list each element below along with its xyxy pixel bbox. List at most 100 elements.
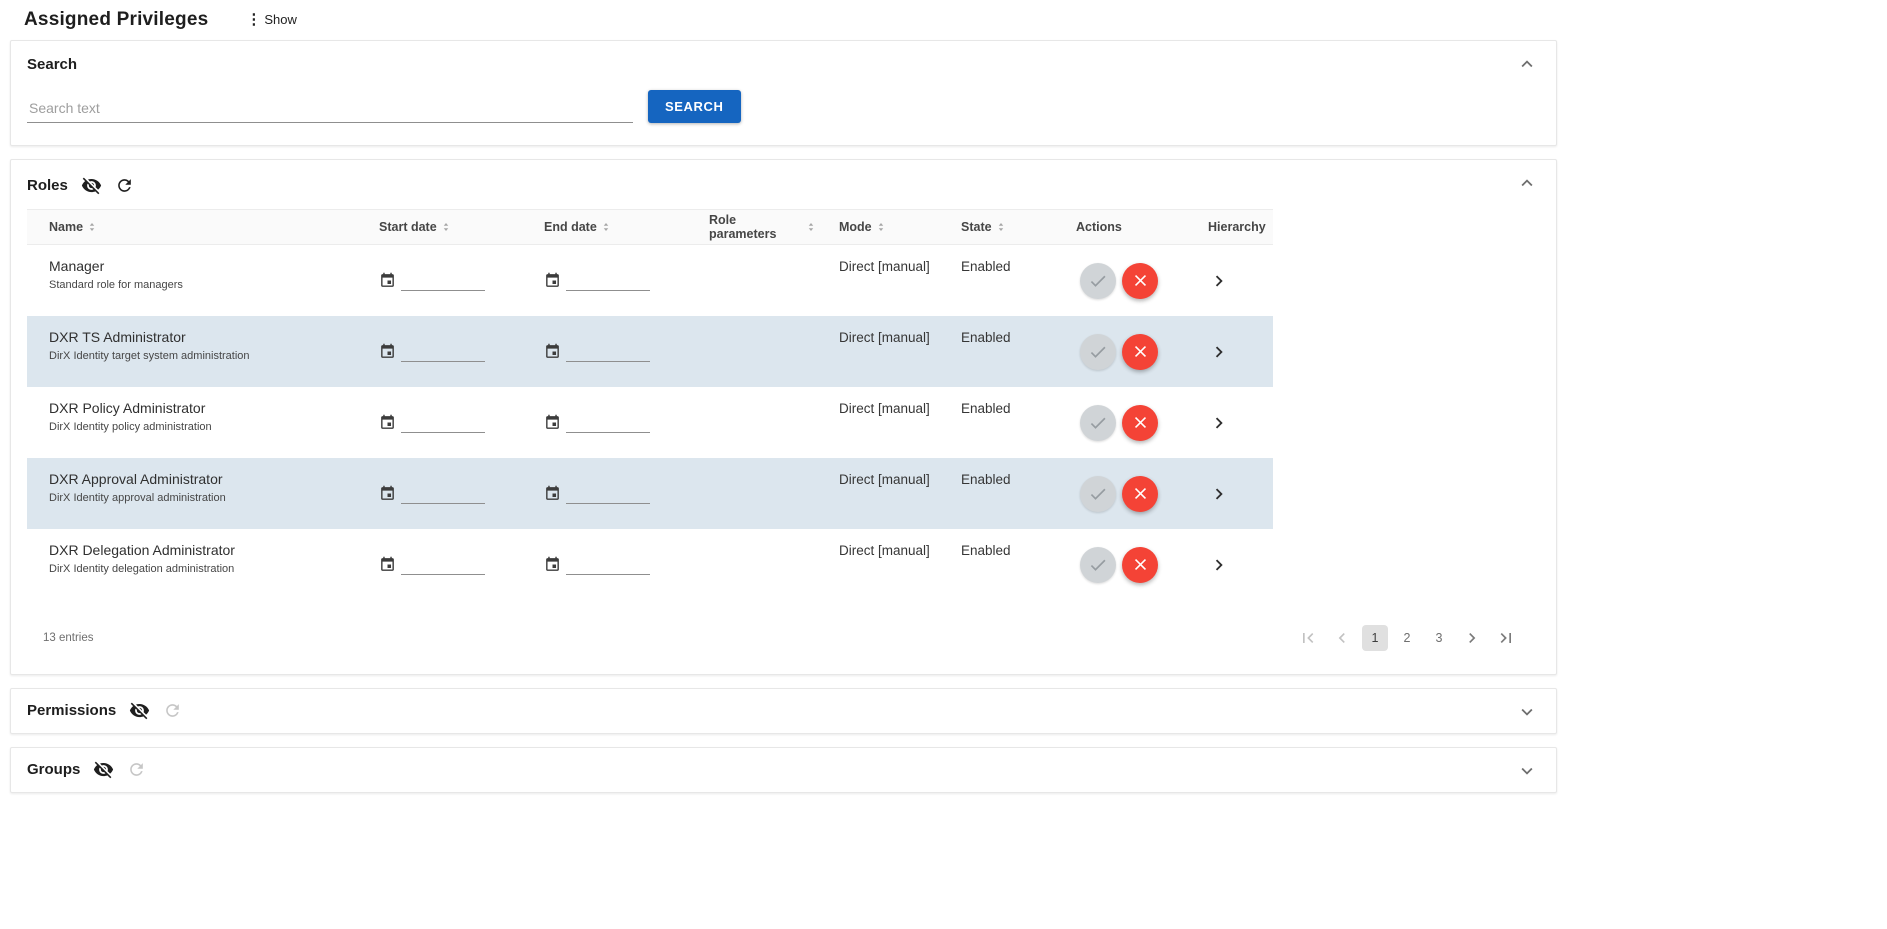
column-label: Mode — [839, 220, 872, 234]
end-date-input[interactable] — [566, 484, 650, 504]
confirm-button[interactable] — [1080, 547, 1116, 583]
permissions-panel-title: Permissions — [27, 702, 116, 719]
next-page-icon[interactable] — [1458, 624, 1486, 652]
column-header-role-parameters[interactable]: Role parameters — [687, 210, 817, 244]
calendar-icon[interactable] — [379, 556, 396, 573]
sort-icon[interactable] — [875, 221, 887, 233]
collapse-up-icon[interactable] — [1516, 53, 1538, 75]
end-date-input[interactable] — [566, 342, 650, 362]
column-header-state[interactable]: State — [939, 210, 1054, 244]
role-name: DXR TS Administrator — [49, 329, 357, 345]
collapse-up-icon[interactable] — [1516, 172, 1538, 194]
eye-off-icon[interactable] — [93, 759, 114, 780]
role-description: Standard role for managers — [49, 279, 357, 291]
refresh-icon[interactable] — [115, 176, 134, 195]
sort-icon[interactable] — [805, 221, 817, 233]
column-header-mode[interactable]: Mode — [817, 210, 939, 244]
confirm-button[interactable] — [1080, 405, 1116, 441]
hierarchy-expand-icon[interactable] — [1208, 412, 1230, 434]
end-date-input[interactable] — [566, 413, 650, 433]
paginator: 1 2 3 — [1294, 624, 1520, 652]
confirm-button[interactable] — [1080, 334, 1116, 370]
eye-off-icon[interactable] — [81, 175, 102, 196]
delete-button[interactable] — [1122, 547, 1158, 583]
kebab-icon: ⋮ — [246, 12, 261, 27]
hierarchy-expand-icon[interactable] — [1208, 554, 1230, 576]
collapse-down-icon[interactable] — [1516, 760, 1538, 782]
show-button[interactable]: ⋮ Show — [238, 8, 305, 31]
column-label: Name — [49, 220, 83, 234]
table-row[interactable]: DXR Delegation Administrator DirX Identi… — [27, 529, 1273, 600]
calendar-icon[interactable] — [379, 414, 396, 431]
eye-off-icon[interactable] — [129, 700, 150, 721]
role-mode: Direct [manual] — [817, 529, 939, 600]
column-header-actions: Actions — [1054, 210, 1186, 244]
refresh-icon — [163, 701, 182, 720]
hierarchy-expand-icon[interactable] — [1208, 270, 1230, 292]
start-date-input[interactable] — [401, 484, 485, 504]
search-button[interactable]: SEARCH — [648, 90, 741, 123]
role-parameters — [687, 387, 817, 458]
calendar-icon[interactable] — [544, 556, 561, 573]
last-page-icon[interactable] — [1492, 624, 1520, 652]
role-name: DXR Approval Administrator — [49, 471, 357, 487]
role-description: DirX Identity delegation administration — [49, 563, 357, 575]
collapse-down-icon[interactable] — [1516, 701, 1538, 723]
groups-panel: Groups — [10, 747, 1557, 793]
calendar-icon[interactable] — [379, 343, 396, 360]
delete-button[interactable] — [1122, 405, 1158, 441]
table-row[interactable]: DXR TS Administrator DirX Identity targe… — [27, 316, 1273, 387]
table-footer: 13 entries 1 2 3 — [11, 612, 1556, 664]
sort-icon[interactable] — [600, 221, 612, 233]
search-panel: Search SEARCH — [10, 40, 1557, 146]
delete-button[interactable] — [1122, 263, 1158, 299]
sort-icon[interactable] — [86, 221, 98, 233]
end-date-input[interactable] — [566, 555, 650, 575]
sort-icon[interactable] — [995, 221, 1007, 233]
table-row[interactable]: DXR Policy Administrator DirX Identity p… — [27, 387, 1273, 458]
role-description: DirX Identity policy administration — [49, 421, 357, 433]
calendar-icon[interactable] — [544, 485, 561, 502]
show-button-label: Show — [264, 12, 297, 27]
page-number-button[interactable]: 3 — [1426, 625, 1452, 651]
first-page-icon[interactable] — [1294, 624, 1322, 652]
confirm-button[interactable] — [1080, 476, 1116, 512]
calendar-icon[interactable] — [544, 343, 561, 360]
calendar-icon[interactable] — [379, 485, 396, 502]
confirm-button[interactable] — [1080, 263, 1116, 299]
hierarchy-expand-icon[interactable] — [1208, 341, 1230, 363]
role-state: Enabled — [939, 245, 1054, 316]
search-input[interactable] — [27, 94, 633, 123]
start-date-input[interactable] — [401, 271, 485, 291]
roles-panel-title: Roles — [27, 177, 68, 194]
delete-button[interactable] — [1122, 476, 1158, 512]
hierarchy-expand-icon[interactable] — [1208, 483, 1230, 505]
column-label: Role parameters — [709, 213, 802, 241]
page-number-button[interactable]: 2 — [1394, 625, 1420, 651]
role-mode: Direct [manual] — [817, 387, 939, 458]
role-description: DirX Identity target system administrati… — [49, 350, 357, 362]
column-header-end-date[interactable]: End date — [522, 210, 687, 244]
calendar-icon[interactable] — [379, 272, 396, 289]
delete-button[interactable] — [1122, 334, 1158, 370]
role-parameters — [687, 316, 817, 387]
table-row[interactable]: Manager Standard role for managers Direc… — [27, 245, 1273, 316]
end-date-input[interactable] — [566, 271, 650, 291]
previous-page-icon[interactable] — [1328, 624, 1356, 652]
start-date-input[interactable] — [401, 555, 485, 575]
column-header-name[interactable]: Name — [27, 210, 357, 244]
calendar-icon[interactable] — [544, 272, 561, 289]
calendar-icon[interactable] — [544, 414, 561, 431]
sort-icon[interactable] — [440, 221, 452, 233]
role-parameters — [687, 245, 817, 316]
role-name: Manager — [49, 258, 357, 274]
page-number-button[interactable]: 1 — [1362, 625, 1388, 651]
start-date-input[interactable] — [401, 413, 485, 433]
refresh-icon — [127, 760, 146, 779]
role-name: DXR Delegation Administrator — [49, 542, 357, 558]
main-content: Search SEARCH Roles Na — [10, 40, 1557, 793]
column-header-start-date[interactable]: Start date — [357, 210, 522, 244]
start-date-input[interactable] — [401, 342, 485, 362]
table-row[interactable]: DXR Approval Administrator DirX Identity… — [27, 458, 1273, 529]
role-mode: Direct [manual] — [817, 316, 939, 387]
